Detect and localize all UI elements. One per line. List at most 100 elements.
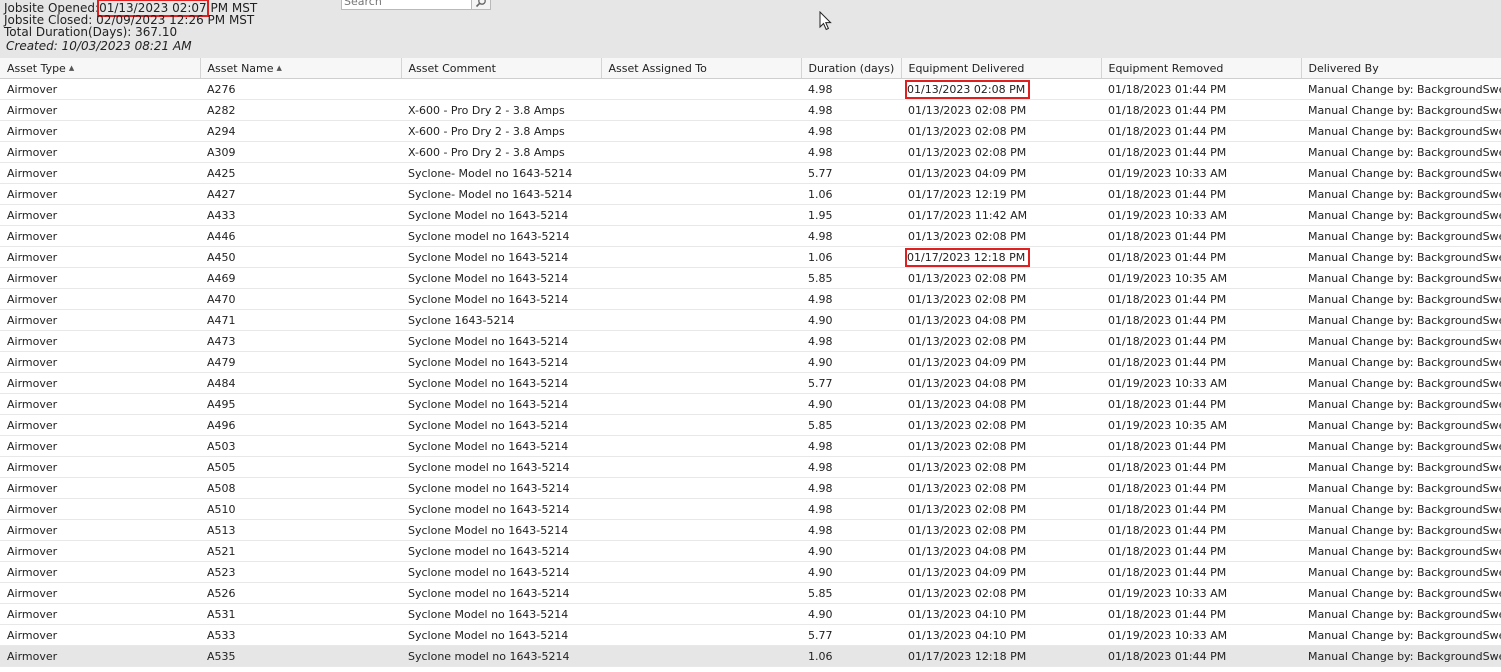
cell-asset-type: Airmover [0,582,200,604]
cell-delivered-by: Manual Change by: BackgroundSweep [1301,162,1501,184]
cell-duration-days: 4.98 [801,435,901,457]
cell-equipment-delivered: 01/17/2023 12:18 PM [901,246,1101,268]
table-row[interactable]: Airmover A427 Syclone- Model no 1643-5214 1… [0,183,1501,205]
cell-equipment-delivered: 01/13/2023 04:08 PM [901,540,1101,562]
cell-asset-assigned-to [601,225,801,247]
column-header-label: Asset Comment [408,61,496,75]
column-header-equipment-delivered[interactable]: Equipment Delivered [901,58,1102,79]
cell-duration-days: 4.98 [801,519,901,541]
table-row[interactable]: Airmover A469 Syclone Model no 1643-5214 5.… [0,267,1501,289]
cell-asset-name: A505 [200,456,401,478]
table-row[interactable]: Airmover A496 Syclone Model no 1643-5214 5.… [0,414,1501,436]
highlighted-value: 01/13/2023 02:08 PM [904,79,1031,99]
cell-equipment-removed: 01/18/2023 01:44 PM [1101,183,1301,205]
cell-asset-name: A521 [200,540,401,562]
column-header-equipment-removed[interactable]: Equipment Removed [1101,58,1302,79]
table-row[interactable]: Airmover A495 Syclone Model no 1643-5214 4.… [0,393,1501,415]
cell-equipment-delivered: 01/13/2023 04:09 PM [901,351,1101,373]
cell-asset-assigned-to [601,519,801,541]
table-row[interactable]: Airmover A533 Syclone Model no 1643-5214 5.… [0,624,1501,646]
cell-equipment-removed: 01/19/2023 10:33 AM [1101,582,1301,604]
cell-equipment-delivered: 01/13/2023 02:08 PM [901,477,1101,499]
column-header-label: Equipment Removed [1108,61,1224,75]
cell-asset-name: A427 [200,183,401,205]
cell-asset-comment: Syclone model no 1643-5214 [401,561,601,583]
cell-asset-type: Airmover [0,267,200,289]
cell-delivered-by: Manual Change by: BackgroundSweep [1301,99,1501,121]
cell-delivered-by: Manual Change by: BackgroundSweep [1301,183,1501,205]
cell-delivered-by: Manual Change by: BackgroundSweep [1301,624,1501,646]
table-row[interactable]: Airmover A526 Syclone model no 1643-5214 5.… [0,582,1501,604]
cell-equipment-removed: 01/18/2023 01:44 PM [1101,309,1301,331]
cell-delivered-by: Manual Change by: BackgroundSweep [1301,204,1501,226]
column-header-label: Duration (days) [808,61,895,75]
cell-equipment-removed: 01/18/2023 01:44 PM [1101,351,1301,373]
table-row[interactable]: Airmover A433 Syclone Model no 1643-5214 1.… [0,204,1501,226]
table-row[interactable]: Airmover A510 Syclone model no 1643-5214 4.… [0,498,1501,520]
column-header-duration-days[interactable]: Duration (days) [801,58,902,79]
cell-asset-name: A510 [200,498,401,520]
column-header-asset-assigned-to[interactable]: Asset Assigned To [601,58,802,79]
column-header-delivered-by[interactable]: Delivered By [1301,58,1501,79]
table-row[interactable]: Airmover A505 Syclone model no 1643-5214 4.… [0,456,1501,478]
cell-asset-comment: Syclone Model no 1643-5214 [401,288,601,310]
table-row[interactable]: Airmover A309 X-600 - Pro Dry 2 - 3.8 Amps… [0,141,1501,163]
cell-asset-type: Airmover [0,141,200,163]
table-row[interactable]: Airmover A484 Syclone Model no 1643-5214 5.… [0,372,1501,394]
cell-equipment-delivered: 01/13/2023 02:08 PM [901,330,1101,352]
cell-delivered-by: Manual Change by: BackgroundSweep [1301,288,1501,310]
cell-duration-days: 4.90 [801,351,901,373]
table-row[interactable]: Airmover A535 Syclone model no 1643-5214 1.… [0,645,1501,667]
table-row[interactable]: Airmover A446 Syclone model no 1643-5214 4.… [0,225,1501,247]
column-header-asset-type[interactable]: Asset Type ▲ [0,58,201,79]
table-row[interactable]: Airmover A521 Syclone model no 1643-5214 4.… [0,540,1501,562]
cell-duration-days: 5.85 [801,582,901,604]
cell-asset-name: A535 [200,645,401,667]
search-input[interactable] [342,0,472,7]
cell-equipment-removed: 01/18/2023 01:44 PM [1101,561,1301,583]
table-row[interactable]: Airmover A523 Syclone model no 1643-5214 4.… [0,561,1501,583]
table-row[interactable]: Airmover A503 Syclone Model no 1643-5214 4.… [0,435,1501,457]
table-row[interactable]: Airmover A282 X-600 - Pro Dry 2 - 3.8 Amps… [0,99,1501,121]
cell-duration-days: 1.95 [801,204,901,226]
cell-asset-assigned-to [601,603,801,625]
table-row[interactable]: Airmover A450 Syclone Model no 1643-5214 1.… [0,246,1501,268]
cell-asset-name: A469 [200,267,401,289]
table-row[interactable]: Airmover A470 Syclone Model no 1643-5214 4.… [0,288,1501,310]
cell-duration-days: 5.77 [801,624,901,646]
table-row[interactable]: Airmover A425 Syclone- Model no 1643-5214 5… [0,162,1501,184]
cell-asset-comment: Syclone- Model no 1643-5214 [401,183,601,205]
column-header-asset-name[interactable]: Asset Name ▲ [200,58,402,79]
table-row[interactable]: Airmover A471 Syclone 1643-5214 4.90 01/13/2… [0,309,1501,331]
table-body: Airmover A276 4.98 01/13/2023 02:08 PM 01/18… [0,78,1501,667]
column-header-asset-comment[interactable]: Asset Comment [401,58,602,79]
cell-asset-comment: Syclone Model no 1643-5214 [401,204,601,226]
column-header-label: Equipment Delivered [908,61,1025,75]
cell-asset-name: A484 [200,372,401,394]
assets-table-container: Asset Type ▲ Asset Name ▲ Asset Comment Asset… [0,58,1501,667]
cell-asset-comment: Syclone model no 1643-5214 [401,582,601,604]
table-row[interactable]: Airmover A276 4.98 01/13/2023 02:08 PM 01/18… [0,78,1501,100]
search-box [341,0,473,10]
cell-delivered-by: Manual Change by: BackgroundSweep [1301,582,1501,604]
cell-asset-name: A294 [200,120,401,142]
table-row[interactable]: Airmover A479 Syclone Model no 1643-5214 4.… [0,351,1501,373]
cell-asset-type: Airmover [0,162,200,184]
cell-duration-days: 4.98 [801,78,901,100]
table-row[interactable]: Airmover A531 Syclone Model no 1643-5214 4.… [0,603,1501,625]
cell-asset-type: Airmover [0,372,200,394]
cell-asset-name: A309 [200,141,401,163]
cell-delivered-by: Manual Change by: BackgroundSweep [1301,351,1501,373]
total-duration-label: Total Duration(Days): [4,25,132,39]
cell-equipment-removed: 01/18/2023 01:44 PM [1101,645,1301,667]
table-row[interactable]: Airmover A513 Syclone Model no 1643-5214 4.… [0,519,1501,541]
cell-delivered-by: Manual Change by: BackgroundSweep [1301,519,1501,541]
cell-delivered-by: Manual Change by: BackgroundSweep [1301,456,1501,478]
search-button[interactable] [471,0,491,10]
table-row[interactable]: Airmover A508 Syclone model no 1643-5214 4.… [0,477,1501,499]
cell-equipment-delivered: 01/13/2023 02:08 PM [901,78,1101,100]
table-row[interactable]: Airmover A294 X-600 - Pro Dry 2 - 3.8 Amps… [0,120,1501,142]
table-row[interactable]: Airmover A473 Syclone Model no 1643-5214 4.… [0,330,1501,352]
cell-asset-comment: Syclone Model no 1643-5214 [401,624,601,646]
cell-duration-days: 4.98 [801,477,901,499]
